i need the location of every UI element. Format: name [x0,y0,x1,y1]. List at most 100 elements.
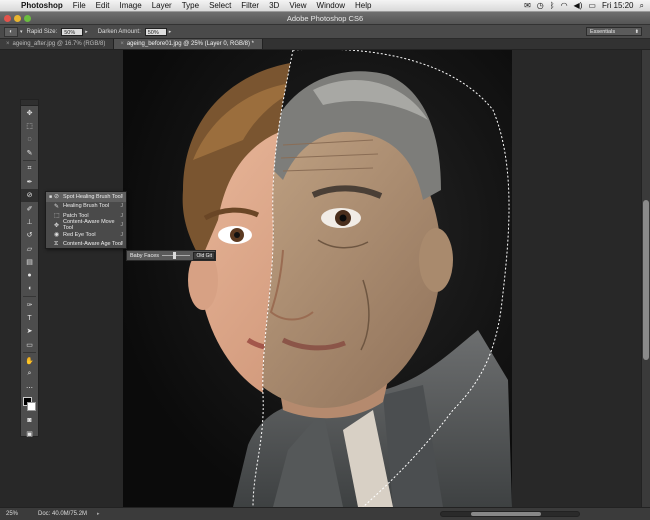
flyout-item-content-aware-age[interactable]: ⧖ Content-Aware Age Tool J [46,240,126,250]
gradient-tool-icon[interactable]: ▤ [21,255,38,268]
zoom-tool-icon[interactable]: ⌕ [21,368,38,381]
search-icon[interactable]: ⌕ [640,1,644,11]
marquee-tool-icon[interactable]: ⬚ [21,119,38,132]
tab-label: ageing_after.jpg @ 16.7% (RGB/8) [12,41,106,47]
mail-icon[interactable]: ✉ [524,1,531,10]
more-tools-icon[interactable]: ⋯ [21,381,38,394]
divider [23,296,36,298]
clock-icon[interactable]: ◷ [537,1,544,10]
document-canvas[interactable] [123,50,512,507]
color-swatches [21,394,38,414]
close-tab-icon[interactable]: × [120,41,124,47]
screen-mode-icon[interactable]: ▣ [21,428,38,441]
canvas-area[interactable] [0,50,641,507]
menubar-clock[interactable]: Fri 15:20 [602,1,634,10]
rapid-size-dropdown-icon[interactable]: ▸ [85,29,88,35]
spot-healing-tool-icon[interactable]: ⊘ [21,188,38,203]
scrollbar-thumb[interactable] [471,512,541,516]
document-tabs: × ageing_after.jpg @ 16.7% (RGB/8) × agein… [0,39,650,50]
shortcut-key: J [120,203,124,210]
path-selection-tool-icon[interactable]: ➤ [21,325,38,338]
rapid-size-label: Rapid Size: [26,28,58,35]
blur-tool-icon[interactable]: ● [21,269,38,282]
menu-select[interactable]: Select [204,1,236,10]
status-menu-arrow-icon[interactable]: ▸ [97,511,100,517]
zoom-window-button[interactable] [24,15,31,22]
menu-layer[interactable]: Layer [147,1,177,10]
shortcut-key: J [120,193,124,200]
menu-file[interactable]: File [68,1,91,10]
status-items: ✉ ◷ ᛒ ◠ ◀) ▭ Fri 15:20 ⌕ [524,1,650,11]
age-slider-right-label[interactable]: Old Git [193,251,215,260]
menu-type[interactable]: Type [177,1,204,10]
tab-label: ageing_before01.jpg @ 25% (Layer 0, RGB/… [126,41,255,47]
shortcut-key: J [120,222,124,229]
age-slider-track[interactable] [162,252,191,259]
spot-healing-icon: ⊘ [54,194,60,201]
age-slider-chip: Baby Faces Old Git [126,250,216,261]
quick-selection-tool-icon[interactable]: ✎ [21,146,38,159]
pen-tool-icon[interactable]: ✑ [21,298,38,311]
clone-stamp-tool-icon[interactable]: ⊥ [21,215,38,228]
move-tool-icon[interactable]: ✥ [21,106,38,119]
healing-tools-flyout: ■ ⊘ Spot Healing Brush Tool J ✎ Healing B… [45,191,127,249]
crop-tool-icon[interactable]: ⌗ [21,162,38,175]
flyout-item-healing-brush[interactable]: ✎ Healing Brush Tool J [46,202,126,212]
tab-ageing-before[interactable]: × ageing_before01.jpg @ 25% (Layer 0, RGB… [114,39,264,49]
hand-tool-icon[interactable]: ✋ [21,354,38,367]
menu-filter[interactable]: Filter [236,1,264,10]
chevron-down-icon[interactable]: ▾ [20,29,23,35]
shortcut-key: J [120,212,124,219]
lasso-tool-icon[interactable]: ◌ [21,133,38,146]
rapid-size-input[interactable]: 50% [61,27,84,36]
eyedropper-tool-icon[interactable]: ✒ [21,175,38,188]
brush-tool-icon[interactable]: ✐ [21,202,38,215]
chevron-updown-icon: ⬍ [634,29,639,35]
patch-icon: ⬚ [54,213,60,220]
healing-brush-icon: ✎ [54,203,60,210]
menu-window[interactable]: Window [312,1,350,10]
menu-3d[interactable]: 3D [264,1,284,10]
workspace-select[interactable]: Essentials ⬍ [586,27,642,36]
quick-mask-icon[interactable]: ◙ [21,414,38,427]
flyout-item-spot-healing[interactable]: ■ ⊘ Spot Healing Brush Tool J [46,192,126,202]
content-aware-age-icon: ⧖ [54,240,59,247]
scrollbar-thumb[interactable] [643,200,649,360]
workspace-label: Essentials [590,29,616,35]
flyout-item-label: Patch Tool [63,212,89,219]
type-tool-icon[interactable]: T [21,311,38,324]
zoom-level[interactable]: 25% [6,511,28,517]
horizontal-scrollbar[interactable] [440,511,580,517]
history-brush-tool-icon[interactable]: ↺ [21,229,38,242]
tool-preset-picker[interactable]: ◐ [4,26,18,37]
volume-icon[interactable]: ◀) [574,1,583,10]
flyout-item-content-aware-move[interactable]: ✥ Content-Aware Move Tool J [46,219,126,231]
close-tab-icon[interactable]: × [6,41,10,47]
menu-image[interactable]: Image [114,1,146,10]
darken-amount-dropdown-icon[interactable]: ▸ [169,29,172,35]
menu-help[interactable]: Help [350,1,376,10]
menu-app-name[interactable]: Photoshop [16,1,68,10]
darken-amount-input[interactable]: 50% [144,27,167,36]
portrait-image [182,50,512,507]
menu-view[interactable]: View [284,1,311,10]
document-size: Doc: 40.0M/75.2M [38,511,88,517]
age-slider-knob[interactable] [173,252,177,259]
darken-amount-label: Darken Amount: [97,28,141,35]
bluetooth-icon[interactable]: ᛒ [550,1,555,10]
vertical-scrollbar[interactable] [641,50,650,507]
background-color-swatch[interactable] [27,402,36,412]
tab-ageing-after[interactable]: × ageing_after.jpg @ 16.7% (RGB/8) [0,39,115,49]
window-titlebar: Adobe Photoshop CS6 [0,12,650,25]
minimize-window-button[interactable] [14,15,21,22]
shape-tool-icon[interactable]: ▭ [21,338,38,351]
dodge-tool-icon[interactable]: ◖ [21,282,38,295]
divider [23,352,36,354]
battery-icon[interactable]: ▭ [588,1,596,10]
close-window-button[interactable] [4,15,11,22]
wifi-icon[interactable]: ◠ [561,1,568,10]
eraser-tool-icon[interactable]: ▱ [21,242,38,255]
flyout-item-red-eye[interactable]: ◉ Red Eye Tool J [46,230,126,240]
menu-edit[interactable]: Edit [91,1,115,10]
age-slider-left-label: Baby Faces [130,252,160,259]
